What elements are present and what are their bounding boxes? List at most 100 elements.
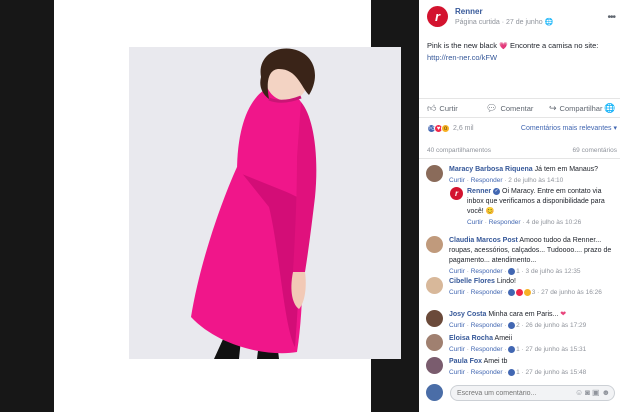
photo-panel	[54, 0, 401, 412]
audience-selector[interactable]: 🌐	[604, 103, 615, 114]
camera-icon[interactable]: ◙	[585, 388, 592, 397]
thumb-up-icon: 👍︎	[427, 103, 437, 113]
avatar[interactable]	[426, 334, 443, 351]
comment-author[interactable]: Josy Costa	[449, 311, 486, 318]
avatar[interactable]	[426, 357, 443, 374]
post-date-link[interactable]: 27 de junho	[506, 19, 543, 26]
like-reaction-icon	[508, 368, 516, 376]
comment-author[interactable]: Claudia Marcos Post	[449, 237, 518, 244]
post-stats: 40 compartilhamentos 69 comentários	[427, 147, 617, 157]
comment-reaction-count[interactable]: 3	[532, 289, 536, 296]
shares-count[interactable]: 40 compartilhamentos	[427, 147, 491, 154]
page-liked-label: Página curtida	[455, 19, 500, 26]
comment-author[interactable]: Eloisa Rocha	[449, 335, 493, 342]
comment-reply-link[interactable]: Responder	[489, 219, 521, 226]
post-sidebar: r Renner Página curtida · 27 de junho 🌐 …	[419, 0, 620, 412]
comments-count[interactable]: 69 comentários	[573, 147, 617, 154]
comment-reply-link[interactable]: Responder	[471, 289, 503, 296]
comment-time[interactable]: 27 de junho às 15:48	[526, 369, 587, 376]
reaction-summary: 👍︎ ♥ o 2,6 mil Comentários mais relevant…	[427, 124, 617, 136]
comment-time[interactable]: 26 de junho às 17:29	[526, 322, 587, 329]
globe-icon: 🌐	[544, 19, 554, 26]
meta-separator: ·	[501, 19, 505, 26]
comment-text: Minha cara em Paris...	[488, 311, 559, 318]
renner-avatar[interactable]: r	[450, 187, 463, 200]
more-icon[interactable]: •••	[607, 12, 615, 23]
comment-author[interactable]: Renner	[467, 188, 491, 195]
emoji-icon[interactable]: ☺	[575, 388, 585, 397]
like-reaction-icon	[508, 288, 516, 296]
comment-author[interactable]: Paula Fox	[449, 358, 482, 365]
verified-icon: ✓	[493, 187, 501, 195]
comment-reply-link[interactable]: Responder	[471, 268, 503, 275]
comment-reaction-count[interactable]: 2	[516, 322, 520, 329]
globe-icon: 🌐	[604, 103, 616, 113]
post-meta: Página curtida · 27 de junho 🌐	[455, 18, 553, 26]
avatar[interactable]	[426, 236, 443, 253]
comment-reply-link[interactable]: Responder	[471, 346, 503, 353]
facebook-photo-viewer: r Renner Página curtida · 27 de junho 🌐 …	[0, 0, 620, 412]
like-reaction-icon	[508, 267, 516, 275]
action-bar: 👍︎ Curtir 💬︎ Comentar ↪ Compartilhar 🌐	[419, 98, 620, 118]
comment-reply-link[interactable]: Responder	[471, 322, 503, 329]
emoji-icon: 😊	[485, 208, 495, 215]
divider	[419, 158, 620, 159]
comment-author[interactable]: Cibelle Flores	[449, 278, 495, 285]
comment-like-link[interactable]: Curtir	[449, 346, 465, 353]
like-label: Curtir	[439, 104, 458, 113]
comment-text: Amei tb	[483, 358, 508, 365]
heart-emoji-icon: 💗	[499, 43, 508, 50]
avatar[interactable]	[426, 277, 443, 294]
reaction-count[interactable]: 2,6 mil	[453, 125, 474, 132]
share-icon: ↪	[549, 103, 557, 113]
comment-reaction-count[interactable]: 1	[516, 346, 520, 353]
comment-button[interactable]: 💬︎ Comentar	[486, 103, 533, 114]
comment-text: Ameii	[494, 335, 513, 342]
renner-avatar[interactable]: r	[427, 6, 448, 27]
avatar[interactable]	[426, 165, 443, 182]
comment-like-link[interactable]: Curtir	[449, 177, 465, 184]
comment-time[interactable]: 27 de junho às 15:31	[526, 346, 587, 353]
comment-time[interactable]: 2 de julho às 14:10	[508, 177, 563, 184]
comment-time[interactable]: 4 de julho às 10:26	[526, 219, 581, 226]
comment-reaction-count[interactable]: 1	[516, 268, 520, 275]
composer-tools: ☺◙▣☻	[575, 388, 612, 397]
comment-composer: ☺◙▣☻	[426, 384, 616, 402]
post-caption: Pink is the new black	[427, 41, 498, 50]
comment-like-link[interactable]: Curtir	[467, 219, 483, 226]
comment-author[interactable]: Maracy Barbosa Riquena	[449, 166, 533, 173]
comment-like-link[interactable]: Curtir	[449, 289, 465, 296]
comment-reaction-count[interactable]: 1	[516, 369, 520, 376]
comment-like-link[interactable]: Curtir	[449, 268, 465, 275]
post-link[interactable]: http://ren-ner.co/kFW	[427, 53, 497, 62]
like-reaction-icon	[508, 345, 516, 353]
comment-icon: 💬︎	[486, 103, 498, 113]
page-name-link[interactable]: Renner	[455, 7, 483, 16]
comment-sort-dropdown[interactable]: Comentários mais relevantes ▾	[521, 124, 617, 132]
avatar	[426, 384, 443, 401]
love-reaction-icon	[516, 288, 524, 296]
comment-like-link[interactable]: Curtir	[449, 322, 465, 329]
comment-reply-link[interactable]: Responder	[471, 369, 503, 376]
like-reaction-icon	[508, 321, 516, 329]
comment-text: Já tem em Manaus?	[534, 166, 599, 173]
model-pink-dress-image	[129, 47, 401, 359]
avatar[interactable]	[426, 310, 443, 327]
wow-reaction-icon	[523, 288, 531, 296]
post-caption-cont: Encontre a camisa no site:	[509, 41, 599, 50]
comment-like-link[interactable]: Curtir	[449, 369, 465, 376]
comment-time[interactable]: 27 de junho às 16:26	[541, 289, 602, 296]
comment-time[interactable]: 3 de julho às 12:35	[526, 268, 581, 275]
wow-reaction-icon: o	[441, 124, 450, 133]
reaction-icons[interactable]: 👍︎ ♥ o 2,6 mil	[427, 124, 474, 133]
heart-emoji-icon: ❤	[560, 311, 567, 318]
share-button[interactable]: ↪ Compartilhar	[549, 103, 602, 114]
comment-text: Lindo!	[496, 278, 516, 285]
sticker-icon[interactable]: ☻	[602, 388, 612, 397]
post-photo[interactable]	[129, 47, 401, 359]
like-button[interactable]: 👍︎ Curtir	[427, 103, 458, 114]
share-label: Compartilhar	[559, 104, 603, 113]
gif-icon[interactable]: ▣	[592, 388, 602, 397]
post-header: r Renner Página curtida · 27 de junho 🌐 …	[427, 6, 617, 28]
comment-reply-link[interactable]: Responder	[471, 177, 503, 184]
